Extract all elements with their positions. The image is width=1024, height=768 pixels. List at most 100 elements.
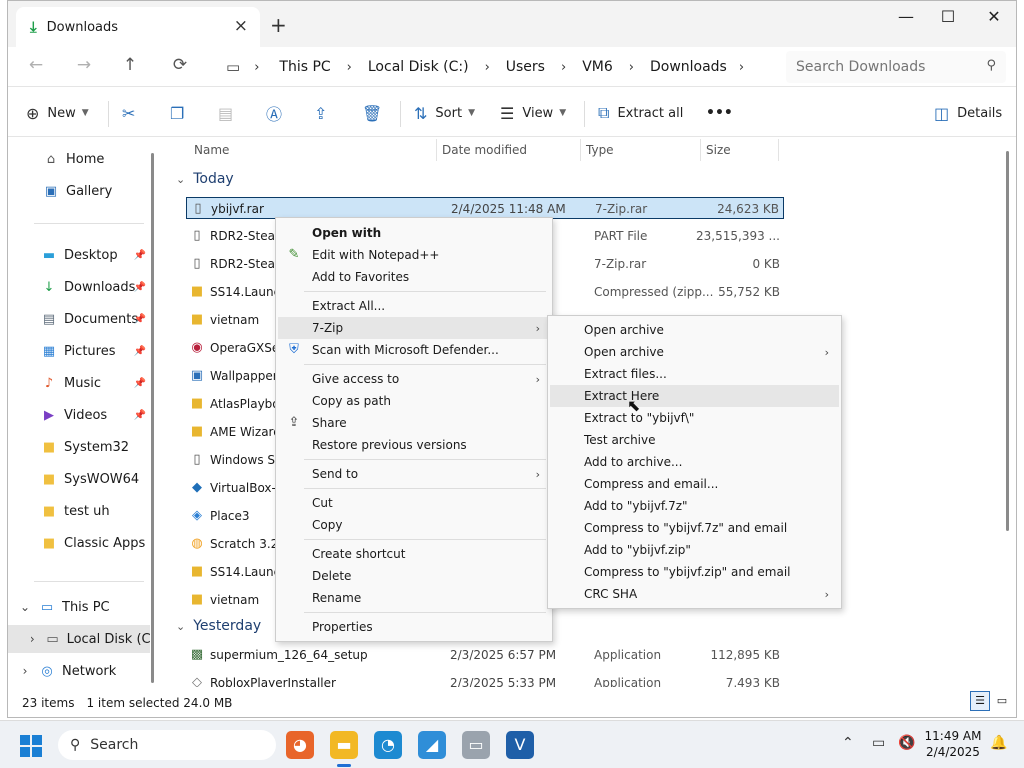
new-tab-button[interactable]: + [270,13,287,37]
menu-item-open-with[interactable]: Open with [278,222,550,244]
menu-item-add-to-favorites[interactable]: Add to Favorites [278,266,550,288]
folder-blue-icon[interactable]: ◢ [418,731,446,759]
submenu-item-compress-to-ybijvf-zip-and-email[interactable]: Compress to "ybijvf.zip" and email [550,561,839,583]
menu-item-extract-all[interactable]: Extract All... [278,295,550,317]
group-header-today[interactable]: ⌄ Today [176,171,234,187]
chevron-right-icon[interactable]: › [26,632,39,646]
start-button[interactable] [20,735,42,757]
sidebar-item-syswow64[interactable]: ■ SysWOW64 [8,465,150,493]
submenu-item-extract-to-ybijvf[interactable]: Extract to "ybijvf\" [550,407,839,429]
breadcrumb-this-pc[interactable]: This PC [279,59,330,75]
submenu-item-compress-and-email[interactable]: Compress and email... [550,473,839,495]
menu-item-send-to[interactable]: Send to › [278,463,550,485]
forward-button[interactable]: → [70,55,98,75]
sidebar-item-music[interactable]: ♪ Music 📌 [8,369,150,397]
sort-button[interactable]: ⇅ Sort ▼ [414,102,475,124]
menu-item-properties[interactable]: Properties [278,616,550,638]
column-divider[interactable] [580,139,581,161]
chevron-up-icon[interactable]: ⌃ [842,735,854,751]
sidebar-item-local-disk-c-[interactable]: › ▭ Local Disk (C:) [8,625,150,653]
breadcrumb-chevron-icon[interactable]: › [629,60,634,75]
view-button[interactable]: ☰ View ▼ [500,102,566,124]
file-explorer-icon[interactable]: ▬ [330,731,358,759]
menu-item-edit-with-notepad[interactable]: ✎ Edit with Notepad++ [278,244,550,266]
breadcrumb-local-disk[interactable]: Local Disk (C:) [368,59,469,75]
search-input[interactable] [796,59,976,75]
submenu-item-test-archive[interactable]: Test archive [550,429,839,451]
file-row[interactable]: ▩ supermium_126_64_setup 2/3/2025 6:57 PM A… [186,644,784,666]
breadcrumb-users[interactable]: Users [506,59,545,75]
submenu-item-add-to-ybijvf-zip[interactable]: Add to "ybijvf.zip" [550,539,839,561]
submenu-item-add-to-archive[interactable]: Add to archive... [550,451,839,473]
sidebar-scrollbar[interactable] [151,153,154,683]
column-header-size[interactable]: Size [706,137,731,163]
chevron-down-icon[interactable]: ⌄ [18,600,32,614]
sidebar-item-this-pc[interactable]: ⌄ ▭ This PC [8,593,150,621]
drive-icon[interactable]: ▭ [462,731,490,759]
new-button[interactable]: ⊕ New ▼ [26,102,89,124]
close-button[interactable]: ✕ [974,7,1014,26]
sidebar-item-gallery[interactable]: ▣ Gallery [8,177,150,205]
refresh-button[interactable]: ⟳ [166,55,194,75]
sidebar-item-documents[interactable]: ▤ Documents 📌 [8,305,150,333]
sidebar-item-downloads[interactable]: ↓ Downloads 📌 [8,273,150,301]
file-row[interactable]: ◇ RobloxPlayerInstaller 2/3/2025 5:33 PM Ap… [186,672,784,687]
tab-downloads[interactable]: ⤓ Downloads × [16,7,260,47]
sidebar-item-system32[interactable]: ■ System32 [8,433,150,461]
minimize-button[interactable]: — [886,7,926,26]
sidebar-item-desktop[interactable]: ▬ Desktop 📌 [8,241,150,269]
sidebar-item-pictures[interactable]: ▦ Pictures 📌 [8,337,150,365]
column-header-type[interactable]: Type [586,137,614,163]
breadcrumb-chevron-icon[interactable]: › [347,60,352,75]
menu-item-copy[interactable]: Copy [278,514,550,536]
submenu-item-open-archive[interactable]: Open archive [550,319,839,341]
menu-item-restore-previous-versions[interactable]: Restore previous versions [278,434,550,456]
breadcrumb-chevron-icon[interactable]: › [739,60,744,75]
volume-icon[interactable]: 🔇 [898,735,915,751]
close-tab-icon[interactable]: × [234,16,248,36]
submenu-item-extract-here[interactable]: Extract Here [550,385,839,407]
breadcrumb-chevron-icon[interactable]: › [561,60,566,75]
tiles-view-toggle[interactable]: ▭ [992,691,1012,711]
rename-button[interactable]: Ⓐ [266,102,290,124]
sidebar-item-videos[interactable]: ▶ Videos 📌 [8,401,150,429]
group-header-yesterday[interactable]: ⌄ Yesterday [176,618,261,634]
notification-bell-icon[interactable]: 🔔 [990,735,1007,751]
menu-item-delete[interactable]: Delete [278,565,550,587]
menu-item-rename[interactable]: Rename [278,587,550,609]
firefox-icon[interactable]: ◕ [286,731,314,759]
details-button[interactable]: ◫ Details [934,102,1002,124]
sidebar-item-test-uh[interactable]: ■ test uh [8,497,150,525]
cut-button[interactable]: ✂ [122,102,143,124]
file-row[interactable]: ▯ ybijvf.rar 2/4/2025 11:48 AM 7-Zip.rar 24,… [186,197,784,219]
breadcrumb-chevron-icon[interactable]: › [485,60,490,75]
submenu-item-open-archive[interactable]: Open archive › [550,341,839,363]
submenu-item-crc-sha[interactable]: CRC SHA › [550,583,839,605]
submenu-item-extract-files[interactable]: Extract files... [550,363,839,385]
menu-item-7-zip[interactable]: 7-Zip › [278,317,550,339]
column-divider[interactable] [778,139,779,161]
sidebar-item-classic-apps[interactable]: ■ Classic Apps [8,529,150,557]
extract-all-button[interactable]: ⧉ Extract all [598,102,683,124]
sidebar-item-home[interactable]: ⌂ Home [8,145,150,173]
back-button[interactable]: ← [22,55,50,75]
breadcrumb-chevron-icon[interactable]: › [254,60,259,75]
column-divider[interactable] [436,139,437,161]
menu-item-cut[interactable]: Cut [278,492,550,514]
address-bar[interactable]: ▭ › This PC › Local Disk (C:) › Users › … [214,51,774,83]
edge-icon[interactable]: ◔ [374,731,402,759]
menu-item-share[interactable]: ⇪ Share [278,412,550,434]
submenu-item-add-to-ybijvf-7z[interactable]: Add to "ybijvf.7z" [550,495,839,517]
copy-button[interactable]: ❐ [170,102,192,124]
maximize-button[interactable]: ☐ [928,7,968,26]
network-icon[interactable]: ▭ [872,735,885,751]
column-divider[interactable] [700,139,701,161]
clock[interactable]: 11:49 AM 2/4/2025 [918,728,988,760]
file-list-scrollbar[interactable] [1006,151,1009,531]
virtualbox-icon[interactable]: V [506,731,534,759]
menu-item-give-access-to[interactable]: Give access to › [278,368,550,390]
sidebar-item-network[interactable]: › ◎ Network [8,657,150,685]
breadcrumb-vm6[interactable]: VM6 [582,59,613,75]
details-view-toggle[interactable]: ☰ [970,691,990,711]
column-header-date[interactable]: Date modified [442,137,527,163]
